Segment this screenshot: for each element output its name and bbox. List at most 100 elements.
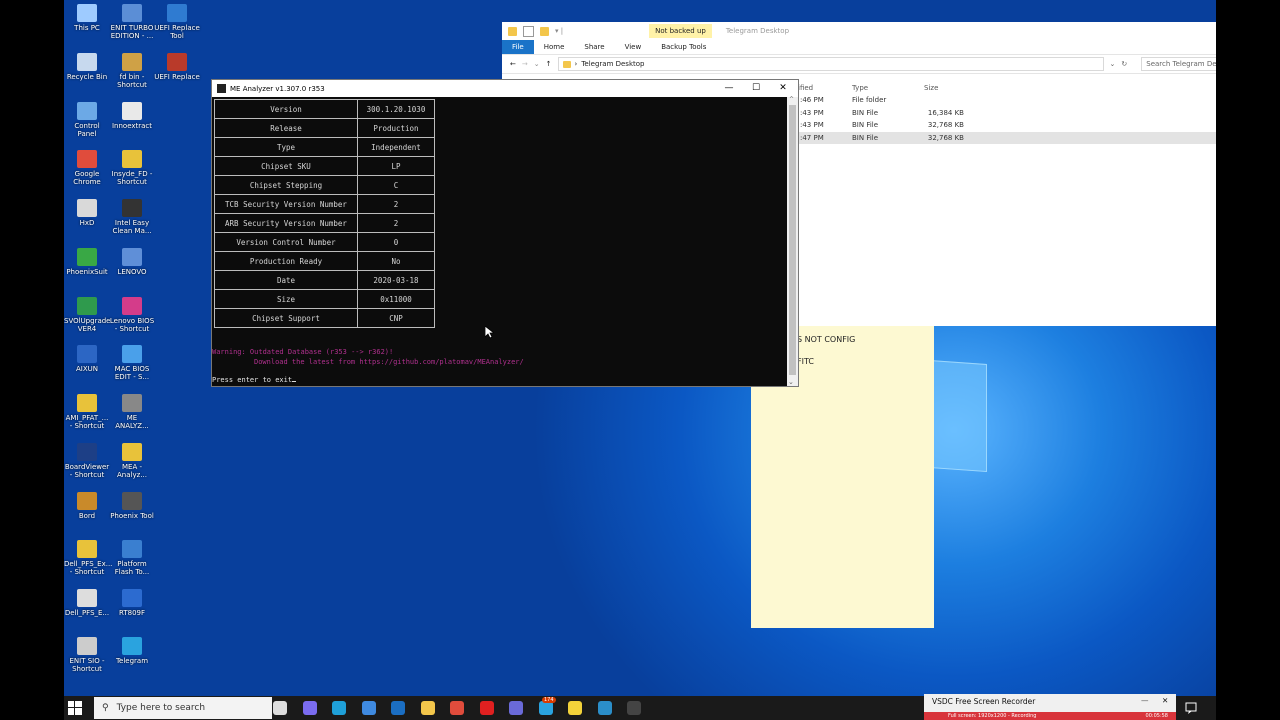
task-view-icon[interactable]: [273, 701, 287, 715]
desktop-icon[interactable]: LENOVO: [109, 248, 155, 276]
taskbar-search[interactable]: ⚲ Type here to search: [94, 697, 272, 719]
table-row: Date 2020-03-18: [214, 270, 435, 290]
youtube-icon[interactable]: [479, 701, 494, 715]
desktop-icon[interactable]: UEFI Replace: [154, 53, 200, 81]
back-arrow-icon[interactable]: ←: [510, 60, 516, 68]
address-bar[interactable]: › Telegram Desktop: [557, 57, 1104, 71]
desktop-icon-label: Telegram: [115, 657, 149, 665]
column-type[interactable]: Type: [852, 82, 868, 94]
console-titlebar[interactable]: ME Analyzer v1.307.0 r353 — ☐ ✕: [212, 80, 798, 97]
file-type: BIN File: [852, 108, 879, 117]
edge-icon[interactable]: [332, 701, 346, 715]
desktop-icon[interactable]: Telegram: [109, 637, 155, 665]
tab-backup-tools[interactable]: Backup Tools: [651, 43, 716, 51]
monitor-icon[interactable]: [597, 701, 612, 715]
maximize-button[interactable]: ☐: [743, 80, 769, 97]
app-icon: [167, 4, 187, 22]
desktop-icon[interactable]: fd bin - Shortcut: [109, 53, 155, 89]
table-row: Version Control Number 0: [214, 232, 435, 252]
desktop-icon-label: Recycle Bin: [66, 73, 108, 81]
desktop-icon[interactable]: Bord: [64, 492, 110, 520]
desktop-icon[interactable]: Dell_PFS_E...: [64, 589, 110, 617]
tab-file[interactable]: File: [502, 40, 534, 54]
file-modified: :46 PM: [800, 96, 824, 104]
desktop-icon[interactable]: Lenovo BIOS - Shortcut: [109, 297, 155, 333]
minimize-button[interactable]: —: [716, 80, 742, 97]
close-button[interactable]: ✕: [1162, 696, 1168, 705]
firmware-info-table: Version 300.1.20.1030 Release Production Typ…: [214, 99, 435, 328]
explorer-titlebar[interactable]: ▾ | Not backed up Telegram Desktop — ☐: [502, 22, 1216, 40]
desktop-icon[interactable]: Intel Easy Clean Ma...: [109, 199, 155, 235]
desktop-icon[interactable]: AMI_PFAT_... - Shortcut: [64, 394, 110, 430]
vsdc-recorder-widget[interactable]: VSDC Free Screen Recorder — ✕ Full scree…: [924, 694, 1176, 720]
desktop-icon[interactable]: Innoextract: [109, 102, 155, 130]
quick-access-dropdown-icon[interactable]: ▾ |: [555, 27, 563, 35]
table-row: Chipset Stepping C: [214, 175, 435, 195]
new-folder-icon[interactable]: [540, 26, 549, 36]
windows-start-icon[interactable]: [68, 701, 82, 715]
desktop-icon[interactable]: RT809F: [109, 589, 155, 617]
desktop-icon[interactable]: SVOlUpgrade VER4: [64, 297, 111, 333]
desktop-icon-label: MEA - Analyz...: [117, 463, 147, 479]
me-analyzer-console[interactable]: ME Analyzer v1.307.0 r353 — ☐ ✕ Version 3…: [211, 79, 799, 387]
field-name: Size: [214, 289, 358, 309]
tab-home[interactable]: Home: [534, 43, 575, 51]
vpn-icon[interactable]: [509, 701, 523, 715]
tab-view[interactable]: View: [615, 43, 652, 51]
search-icon: ⚲: [102, 703, 109, 713]
desktop-icon[interactable]: ENIT TURBO EDITION - ...: [109, 4, 155, 40]
tab-share[interactable]: Share: [574, 43, 614, 51]
scrollbar-thumb[interactable]: [789, 105, 796, 375]
file-explorer-icon[interactable]: [420, 701, 435, 715]
store-icon[interactable]: [361, 701, 376, 715]
notifications-icon[interactable]: [1184, 700, 1198, 714]
recording-status-bar: Full screen: 1920x1200 - Recording 00:05…: [924, 712, 1176, 720]
me-analyzer-icon[interactable]: [627, 701, 641, 715]
search-input[interactable]: Search Telegram Desktop: [1141, 57, 1216, 71]
outlook-icon[interactable]: [391, 701, 405, 715]
desktop-icon[interactable]: MEA - Analyz...: [109, 443, 155, 479]
recent-dropdown-icon[interactable]: ⌄: [534, 60, 540, 68]
close-button[interactable]: ✕: [770, 80, 796, 97]
desktop-icon[interactable]: Phoenix Tool: [109, 492, 155, 520]
forward-arrow-icon[interactable]: →: [522, 60, 528, 68]
column-date-modified[interactable]: ified: [798, 82, 813, 94]
desktop-icon[interactable]: UEFI Replace Tool: [154, 4, 200, 40]
refresh-icon[interactable]: ↻: [1121, 60, 1127, 68]
telegram-icon[interactable]: [538, 701, 553, 715]
chrome-icon[interactable]: [450, 701, 464, 715]
desktop-icon[interactable]: Dell_PFS_Ex... - Shortcut: [64, 540, 112, 576]
properties-icon[interactable]: [523, 25, 534, 37]
desktop-icon[interactable]: Google Chrome: [64, 150, 110, 186]
minimize-button[interactable]: —: [1141, 696, 1149, 705]
desktop-icon[interactable]: Recycle Bin: [64, 53, 110, 81]
desktop-icon[interactable]: This PC: [64, 4, 110, 32]
app-icon: [122, 199, 142, 217]
up-arrow-icon[interactable]: ↑: [546, 60, 552, 68]
desktop-icon[interactable]: MAC BIOS EDIT - S...: [109, 345, 155, 381]
desktop-icon[interactable]: AIXUN: [64, 345, 110, 373]
desktop-icon[interactable]: BoardViewer - Shortcut: [64, 443, 110, 479]
copilot-icon[interactable]: [302, 701, 317, 715]
column-size[interactable]: Size: [924, 82, 938, 94]
scroll-down-icon[interactable]: ⌄: [788, 378, 794, 386]
desktop-icon[interactable]: PhoenixSuit: [64, 248, 110, 276]
desktop-icon[interactable]: ENIT SIO - Shortcut: [64, 637, 110, 673]
desktop-icon[interactable]: HxD: [64, 199, 110, 227]
desktop-icon[interactable]: Insyde_FD - Shortcut: [109, 150, 155, 186]
mouse-cursor-icon: [485, 326, 494, 339]
address-bar-row: ← → ⌄ ↑ › Telegram Desktop ⌄ ↻ Search Te…: [502, 54, 1216, 74]
folder-icon: [562, 60, 571, 68]
desktop-icon-label: Google Chrome: [73, 170, 101, 186]
app-icon: [77, 345, 97, 363]
desktop-icon[interactable]: Control Panel: [64, 102, 110, 138]
scroll-up-icon[interactable]: ^: [789, 96, 794, 103]
sticky-notes-icon[interactable]: [568, 701, 582, 715]
console-scrollbar[interactable]: ^ ⌄: [787, 96, 798, 386]
address-dropdown-icon[interactable]: ⌄: [1110, 60, 1116, 68]
desktop-icon-label: AMI_PFAT_... - Shortcut: [65, 414, 109, 430]
taskbar-search-placeholder: Type here to search: [116, 703, 206, 713]
desktop-icon[interactable]: ME ANALYZ...: [109, 394, 155, 430]
breadcrumb[interactable]: Telegram Desktop: [581, 60, 644, 68]
desktop-icon[interactable]: Platform Flash To...: [109, 540, 155, 576]
